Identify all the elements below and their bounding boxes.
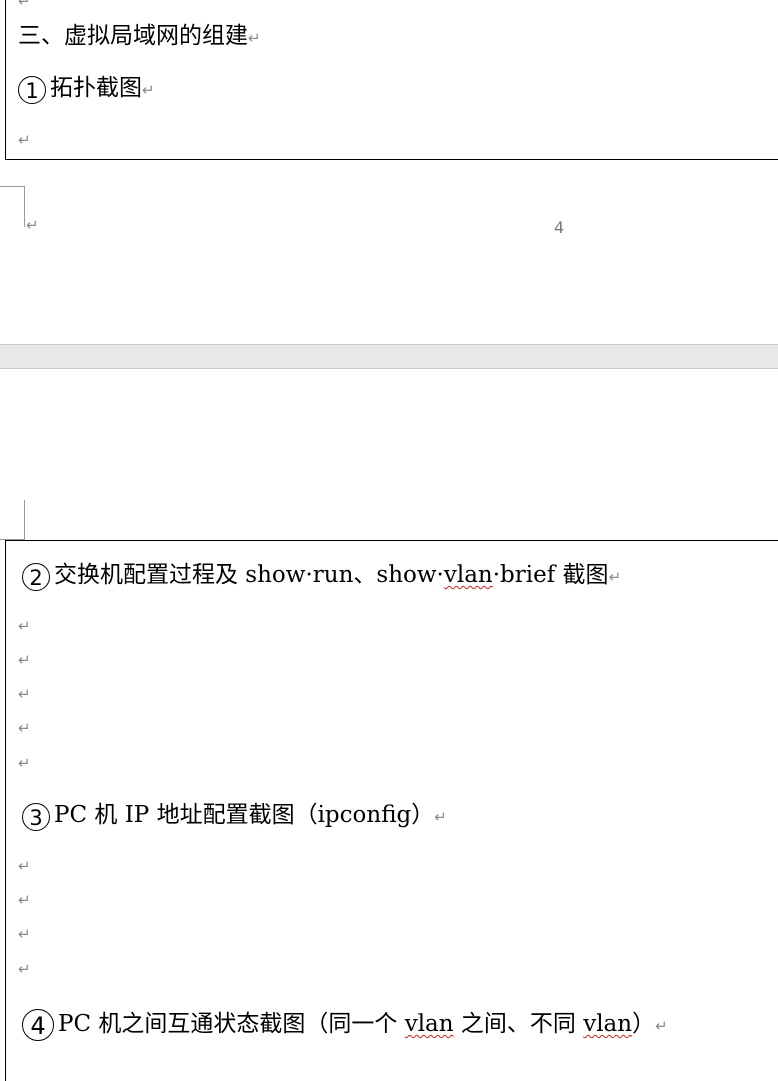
return-mark-icon: ↵ <box>18 617 31 635</box>
item-2-spellcheck-word: vlan <box>443 562 493 588</box>
item-4-text-a: PC 机之间互通状态截图（同一个 <box>58 1011 405 1037</box>
item-4-text-c: ） <box>632 1011 656 1037</box>
circled-number-1: 1 <box>18 76 46 104</box>
return-mark-icon: ↵ <box>18 685 31 703</box>
circled-number-4: 4 <box>22 1009 54 1041</box>
page-number: 4 <box>554 218 565 237</box>
item-2-text-a: 交换机配置过程及 show·run、show· <box>54 562 444 588</box>
page-gap <box>0 344 778 369</box>
return-mark-icon: ↵ <box>142 81 155 99</box>
item-2-text-b: ·brief 截图 <box>492 562 609 588</box>
circled-number-2: 2 <box>22 563 50 591</box>
return-mark-icon: ↵ <box>655 1017 668 1035</box>
margin-corner-mark <box>0 500 25 540</box>
page-1: ↵ 三、虚拟局域网的组建↵ 1 拓扑截图↵ ↵ ↵ 4 <box>0 0 778 345</box>
return-mark-icon: ↵ <box>18 131 31 149</box>
return-mark-icon: ↵ <box>18 651 31 669</box>
item-3-ip-config: 3 PC 机 IP 地址配置截图（ipconfig）↵ <box>22 803 447 831</box>
section-heading-text: 三、虚拟局域网的组建 <box>18 23 248 49</box>
return-mark-icon: ↵ <box>18 925 31 943</box>
item-1-topology: 1 拓扑截图↵ <box>18 76 155 104</box>
return-mark-icon: ↵ <box>434 808 447 826</box>
circled-number-3: 3 <box>22 803 50 831</box>
section-heading: 三、虚拟局域网的组建↵ <box>18 25 261 48</box>
item-4-spellcheck-word-1: vlan <box>404 1011 454 1037</box>
item-4-spellcheck-word-2: vlan <box>583 1011 633 1037</box>
return-mark-icon: ↵ <box>608 568 622 586</box>
return-mark-icon: ↵ <box>18 960 31 978</box>
page-2 <box>0 369 778 1081</box>
margin-corner-mark <box>0 186 25 227</box>
return-mark-icon: ↵ <box>26 216 39 234</box>
item-4-text-b: 之间、不同 <box>453 1011 584 1037</box>
return-mark-icon: ↵ <box>18 719 31 737</box>
return-mark-icon: ↵ <box>18 0 31 10</box>
return-mark-icon: ↵ <box>248 29 261 47</box>
return-mark-icon: ↵ <box>18 891 31 909</box>
return-mark-icon: ↵ <box>18 754 31 772</box>
item-2-switch-config: 2 交换机配置过程及 show·run、show·vlan·brief 截图↵ <box>22 563 621 591</box>
item-4-connectivity: 4 PC 机之间互通状态截图（同一个 vlan 之间、不同 vlan）↵ <box>22 1009 668 1041</box>
item-1-text: 拓扑截图 <box>50 75 142 101</box>
item-3-text: PC 机 IP 地址配置截图（ipconfig） <box>54 802 435 828</box>
return-mark-icon: ↵ <box>18 857 31 875</box>
